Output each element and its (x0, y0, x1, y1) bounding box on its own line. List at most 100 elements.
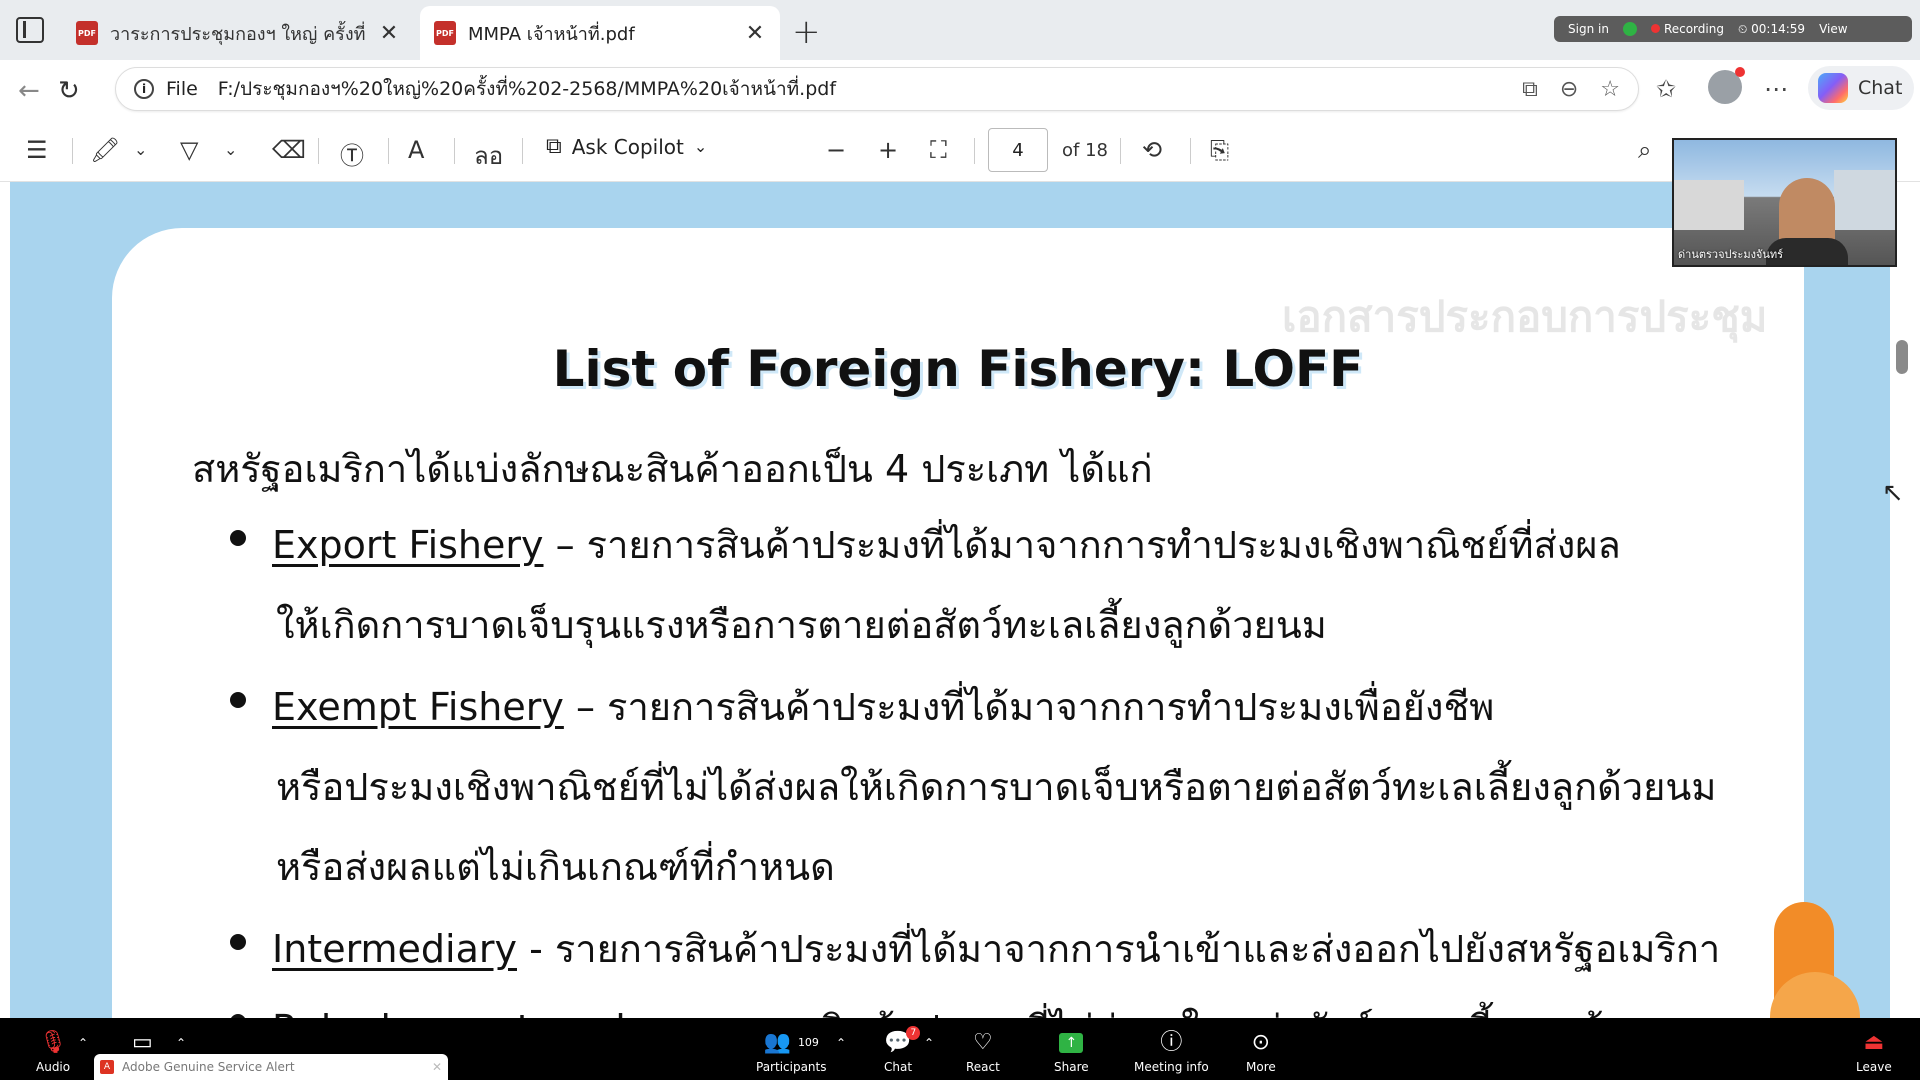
slide-background: เอกสารประกอบการประชุม List of Foreign Fi… (10, 182, 1890, 1018)
url-text[interactable]: F:/ประชุมกองฯ%20ใหญ่%20ครั้งที่%202-2568… (218, 74, 836, 104)
tab-mmpa-pdf[interactable]: PDF MMPA เจ้าหน้าที่.pdf ✕ (420, 6, 780, 60)
participants-label: Participants (756, 1060, 827, 1074)
ask-copilot-button[interactable]: ⧉ Ask Copilot ⌄ (546, 134, 707, 159)
toolbar-divider (522, 138, 523, 164)
close-icon[interactable]: ✕ (432, 1060, 442, 1074)
audio-label: Audio (36, 1060, 71, 1074)
draw-icon[interactable]: ▽ (180, 136, 198, 164)
url-scheme: File (166, 78, 198, 100)
new-tab-button[interactable]: + (792, 12, 821, 52)
zoom-out-icon[interactable]: − (826, 136, 846, 164)
toolbar-divider (974, 138, 975, 164)
page-view-icon[interactable]: ⎘ (1210, 136, 1229, 164)
recording-bar: Sign in Recording ⏲ 00:14:59 View (1554, 16, 1912, 42)
audio-button[interactable]: 🎙 Audio (36, 1030, 70, 1074)
video-background (1834, 170, 1895, 230)
copilot-chat-button[interactable]: Chat (1808, 66, 1914, 110)
rotate-icon[interactable]: ⟲ (1142, 136, 1162, 164)
share-label: Share (1054, 1060, 1089, 1074)
address-bar[interactable]: i File F:/ประชุมกองฯ%20ใหญ่%20ครั้งที่%2… (115, 67, 1639, 111)
refresh-icon[interactable]: ↻ (58, 76, 80, 106)
tab-title: MMPA เจ้าหน้าที่.pdf (468, 23, 635, 45)
sign-in-link[interactable]: Sign in (1568, 22, 1609, 36)
close-tab-icon[interactable]: ✕ (744, 21, 766, 46)
highlight-icon[interactable]: 🖍 (90, 136, 120, 164)
slide-page: เอกสารประกอบการประชุม List of Foreign Fi… (112, 228, 1804, 1018)
add-text-icon[interactable]: Ⓣ (340, 136, 364, 171)
bullet-text: รายการสินค้าประมงที่ได้มาจากการทำประมงเช… (586, 523, 1621, 567)
recording-status: Recording (1650, 22, 1724, 36)
vertical-scrollbar[interactable] (1892, 182, 1920, 1018)
copilot-icon (1818, 73, 1848, 103)
view-menu[interactable]: View (1819, 22, 1847, 36)
fit-page-icon[interactable]: ⛶ (930, 136, 947, 164)
heart-icon: ♡ (973, 1030, 993, 1055)
zoom-in-icon[interactable]: + (878, 136, 898, 164)
more-options-icon[interactable]: ⋯ (1764, 75, 1788, 103)
chevron-down-icon[interactable]: ⌄ (134, 140, 147, 159)
copilot-icon: ⧉ (546, 134, 562, 159)
bullet-term: Exempt Fishery (272, 685, 564, 729)
tab-agenda-pdf[interactable]: PDF วาระการประชุมกองฯ ใหญ่ ครั้งที่ 2-68… (62, 6, 414, 60)
toolbar-divider (72, 138, 73, 164)
chat-label: Chat (1858, 77, 1903, 99)
address-bar-row: ← ↻ i File F:/ประชุมกองฯ%20ใหญ่%20ครั้งท… (0, 60, 1920, 118)
more-icon: ⊙ (1251, 1030, 1271, 1055)
chevron-down-icon[interactable]: ⌄ (224, 140, 237, 159)
chat-options-chevron[interactable]: ⌃ (924, 1036, 934, 1050)
back-icon[interactable]: ← (18, 76, 40, 106)
intro-text: สหรัฐอเมริกาได้แบ่งลักษณะสินค้าออกเป็น 4… (192, 447, 1153, 491)
video-options-chevron[interactable]: ⌃ (176, 1036, 186, 1050)
mic-off-icon: 🎙 (39, 1030, 68, 1055)
chat-badge: 7 (906, 1026, 921, 1040)
read-aloud-icon[interactable]: A (408, 136, 424, 164)
copilot-page-icon[interactable]: ⧉ (1522, 77, 1538, 102)
eraser-icon[interactable]: ⌫ (272, 136, 306, 164)
chat-button[interactable]: 💬 7 Chat (884, 1026, 921, 1074)
info-icon[interactable]: i (134, 79, 154, 99)
bullet-dot (230, 934, 246, 950)
contents-list-icon[interactable]: ☰ (26, 136, 48, 164)
leave-icon: ⏏ (1863, 1030, 1885, 1055)
chat-label: Chat (884, 1060, 913, 1074)
more-label: More (1246, 1060, 1276, 1074)
toolbar-divider (1120, 138, 1121, 164)
participants-options-chevron[interactable]: ⌃ (836, 1036, 846, 1050)
toolbar-divider (1190, 138, 1191, 164)
meeting-info-label: Meeting info (1134, 1060, 1209, 1074)
bullet-continuation: หรือประมงเชิงพาณิชย์ที่ไม่ได้ส่งผลให้เกิ… (276, 765, 1717, 809)
video-background (1674, 180, 1744, 230)
participants-button[interactable]: 👥 109 Participants (756, 1030, 827, 1074)
adobe-alert-popup[interactable]: A Adobe Genuine Service Alert ✕ (94, 1054, 448, 1080)
react-button[interactable]: ♡ React (966, 1030, 1000, 1074)
audio-options-chevron[interactable]: ⌃ (78, 1036, 88, 1050)
scrollbar-thumb[interactable] (1896, 340, 1908, 374)
more-button[interactable]: ⊙ More (1246, 1030, 1276, 1074)
bullet-term: Intermediary (272, 927, 517, 971)
search-icon[interactable]: ⌕ (1638, 136, 1651, 164)
chevron-up-icon: ⌃ (176, 1036, 187, 1050)
close-tab-icon[interactable]: ✕ (378, 21, 400, 46)
share-button[interactable]: ↑ Share (1054, 1030, 1089, 1074)
zoom-out-icon[interactable]: ⊖ (1560, 77, 1578, 102)
tab-actions-icon[interactable] (16, 17, 44, 43)
participant-video-tile[interactable]: ด่านตรวจประมงจันทร์ (1672, 138, 1897, 267)
meeting-info-button[interactable]: ⓘ Meeting info (1134, 1030, 1209, 1074)
chevron-up-icon: ⌃ (78, 1036, 89, 1050)
translate-icon[interactable]: ลอ (474, 136, 503, 175)
video-button[interactable]: ▭ (132, 1030, 153, 1056)
participant-name: ด่านตรวจประมงจันทร์ (1678, 248, 1784, 261)
bullet-term: Export Fishery (272, 523, 544, 567)
favorite-star-icon[interactable]: ☆ (1600, 77, 1620, 102)
bullet-text: รายการสินค้าประมงที่ไม่ส่งผลใดๆ ต่อสัตว์… (691, 1007, 1698, 1018)
leave-button[interactable]: ⏏ Leave (1856, 1030, 1892, 1074)
favorites-icon[interactable]: ✩ (1656, 75, 1676, 103)
toolbar-divider (318, 138, 319, 164)
profile-avatar[interactable] (1708, 67, 1745, 104)
ask-copilot-label: Ask Copilot (571, 134, 684, 159)
pdf-file-icon: PDF (76, 21, 98, 45)
pdf-viewport[interactable]: เอกสารประกอบการประชุม List of Foreign Fi… (0, 182, 1920, 1018)
page-number-input[interactable]: 4 (988, 128, 1048, 172)
toolbar-divider (388, 138, 389, 164)
shield-check-icon (1622, 22, 1637, 36)
